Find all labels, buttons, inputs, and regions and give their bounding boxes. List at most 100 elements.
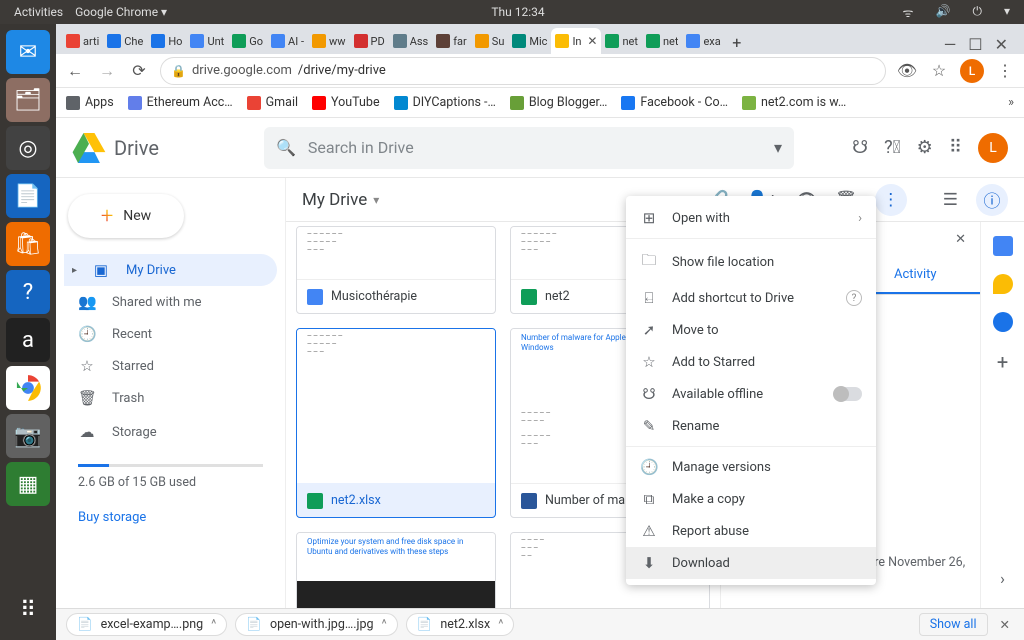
software-icon[interactable]: 🛍 [6, 222, 50, 266]
search-box[interactable]: 🔍 Search in Drive ▾ [264, 127, 794, 169]
new-tab-button[interactable]: + [725, 30, 749, 54]
sidebar-item[interactable]: 👥Shared with me [64, 286, 277, 318]
browser-tab[interactable]: Su [471, 28, 509, 54]
support-icon[interactable]: ?⃝ [884, 137, 901, 158]
chevron-up-icon[interactable]: ^ [211, 617, 216, 632]
browser-tab[interactable]: Ass [389, 28, 433, 54]
browser-tab[interactable]: ww [308, 28, 350, 54]
forward-button[interactable]: → [96, 60, 118, 82]
expand-icon[interactable]: ▸ [72, 265, 77, 276]
search-options-icon[interactable]: ▾ [774, 138, 782, 157]
keep-icon[interactable] [993, 274, 1013, 294]
camera-icon[interactable]: 📷 [6, 414, 50, 458]
thunderbird-icon[interactable]: ✉ [6, 30, 50, 74]
menu-rename[interactable]: ✎Rename [626, 410, 876, 442]
file-card[interactable]: Optimize your system and free disk space… [296, 532, 496, 608]
profile-avatar[interactable]: L [960, 59, 984, 83]
close-shelf-icon[interactable]: ✕ [996, 617, 1014, 633]
back-button[interactable]: ← [64, 60, 86, 82]
tasks-icon[interactable] [993, 312, 1013, 332]
layout-list-icon[interactable]: ☰ [943, 190, 958, 210]
overflow-icon[interactable]: » [1008, 95, 1014, 110]
breadcrumb[interactable]: My Drive ▾ [302, 190, 379, 210]
file-card[interactable]: — — — — — —— — — — —— — —Musicothérapie [296, 226, 496, 314]
download-item[interactable]: 📄open-with.jpg….jpg^ [235, 613, 397, 636]
file-card[interactable]: — — — — — —— — — — —— — —net2.xlsx [296, 328, 496, 518]
browser-tab[interactable]: net [601, 28, 642, 54]
download-item[interactable]: 📄excel-examp….png^ [66, 613, 227, 636]
browser-tab[interactable]: arti [62, 28, 103, 54]
menu-show-location[interactable]: 🗀Show file location [626, 243, 876, 282]
bookmark-item[interactable]: Blog Blogger… [510, 95, 608, 110]
settings-gear-icon[interactable]: ⚙ [917, 137, 933, 158]
chrome-icon[interactable] [6, 366, 50, 410]
chevron-up-icon[interactable]: ^ [382, 617, 387, 632]
menu-open-with[interactable]: ⊞Open with› [626, 202, 876, 234]
ready-offline-icon[interactable]: ☋ [852, 137, 868, 158]
browser-tab[interactable]: net [642, 28, 683, 54]
omnibox[interactable]: 🔒 drive.google.com/drive/my-drive [160, 57, 886, 85]
browser-tab[interactable]: Che [103, 28, 147, 54]
browser-tab[interactable]: AI - [267, 28, 308, 54]
reload-button[interactable]: ⟳ [128, 60, 150, 82]
star-icon[interactable]: ☆ [928, 60, 950, 82]
apps-grid-icon[interactable]: ⠿ [949, 137, 962, 158]
menu-download[interactable]: ⬇Download [626, 547, 876, 579]
account-avatar[interactable]: L [978, 133, 1008, 163]
close-tab-icon[interactable]: ✕ [587, 34, 597, 48]
close-window-icon[interactable]: ✕ [995, 35, 1008, 54]
browser-tab[interactable]: far [432, 28, 471, 54]
bookmark-item[interactable]: Facebook - Co… [621, 95, 728, 110]
maximize-icon[interactable]: ☐ [968, 35, 982, 54]
download-item[interactable]: 📄net2.xlsx^ [406, 613, 515, 636]
drive-logo[interactable]: Drive [72, 133, 252, 163]
storage-row[interactable]: ☁ Storage [64, 416, 277, 448]
collapse-rail-icon[interactable]: › [1000, 569, 1005, 588]
offline-toggle[interactable] [834, 387, 862, 401]
sidebar-item[interactable]: 🕘Recent [64, 318, 277, 350]
new-button[interactable]: + New [68, 194, 184, 238]
show-apps-icon[interactable]: ⠿ [6, 588, 50, 632]
minimize-icon[interactable]: — [944, 35, 957, 54]
bookmark-item[interactable]: Apps [66, 95, 114, 110]
chevron-up-icon[interactable]: ^ [498, 617, 503, 632]
more-actions-icon[interactable]: ⋮ [875, 184, 907, 216]
bookmark-item[interactable]: Ethereum Acc… [128, 95, 233, 110]
info-icon[interactable]: ⓘ [976, 184, 1008, 216]
buy-storage-link[interactable]: Buy storage [64, 500, 277, 535]
eye-icon[interactable]: 👁 [896, 60, 918, 82]
browser-tab[interactable]: Ind✕ [551, 28, 601, 54]
bookmark-item[interactable]: net2.com is w… [742, 95, 846, 110]
amazon-icon[interactable]: a [6, 318, 50, 362]
bookmark-item[interactable]: DIYCaptions -… [394, 95, 496, 110]
bookmark-item[interactable]: YouTube [312, 95, 380, 110]
menu-move-to[interactable]: ➚Move to [626, 314, 876, 346]
menu-add-shortcut[interactable]: ⍇Add shortcut to Drive? [626, 282, 876, 314]
sidebar-item[interactable]: 🗑Trash [64, 382, 277, 414]
browser-tab[interactable]: exa [682, 28, 724, 54]
close-details-icon[interactable]: ✕ [955, 232, 966, 247]
help-icon[interactable]: ? [6, 270, 50, 314]
activities-button[interactable]: Activities [14, 5, 63, 19]
browser-tab[interactable]: Go [228, 28, 267, 54]
active-app[interactable]: Google Chrome ▾ [75, 5, 167, 19]
show-all-downloads[interactable]: Show all [919, 613, 988, 636]
menu-report-abuse[interactable]: ⚠Report abuse [626, 515, 876, 547]
sidebar-item[interactable]: ☆Starred [64, 350, 277, 382]
add-addon-icon[interactable]: + [997, 350, 1008, 374]
files-icon[interactable]: 🗂 [6, 78, 50, 122]
kebab-icon[interactable]: ⋮ [994, 60, 1016, 82]
system-tray[interactable]: ᯤ 🔊 ⏻ ▾ [897, 4, 1016, 21]
menu-available-offline[interactable]: ☋Available offline [626, 378, 876, 410]
menu-manage-versions[interactable]: 🕘Manage versions [626, 451, 876, 483]
menu-add-starred[interactable]: ☆Add to Starred [626, 346, 876, 378]
browser-tab[interactable]: PD [350, 28, 389, 54]
sidebar-item[interactable]: ▸▣My Drive [64, 254, 277, 286]
browser-tab[interactable]: Unt [186, 28, 228, 54]
browser-tab[interactable]: Ho [147, 28, 186, 54]
writer-icon[interactable]: 📄 [6, 174, 50, 218]
bookmark-item[interactable]: Gmail [247, 95, 298, 110]
calendar-icon[interactable] [993, 236, 1013, 256]
menu-make-copy[interactable]: ⧉Make a copy [626, 483, 876, 515]
calc-icon[interactable]: ▦ [6, 462, 50, 506]
